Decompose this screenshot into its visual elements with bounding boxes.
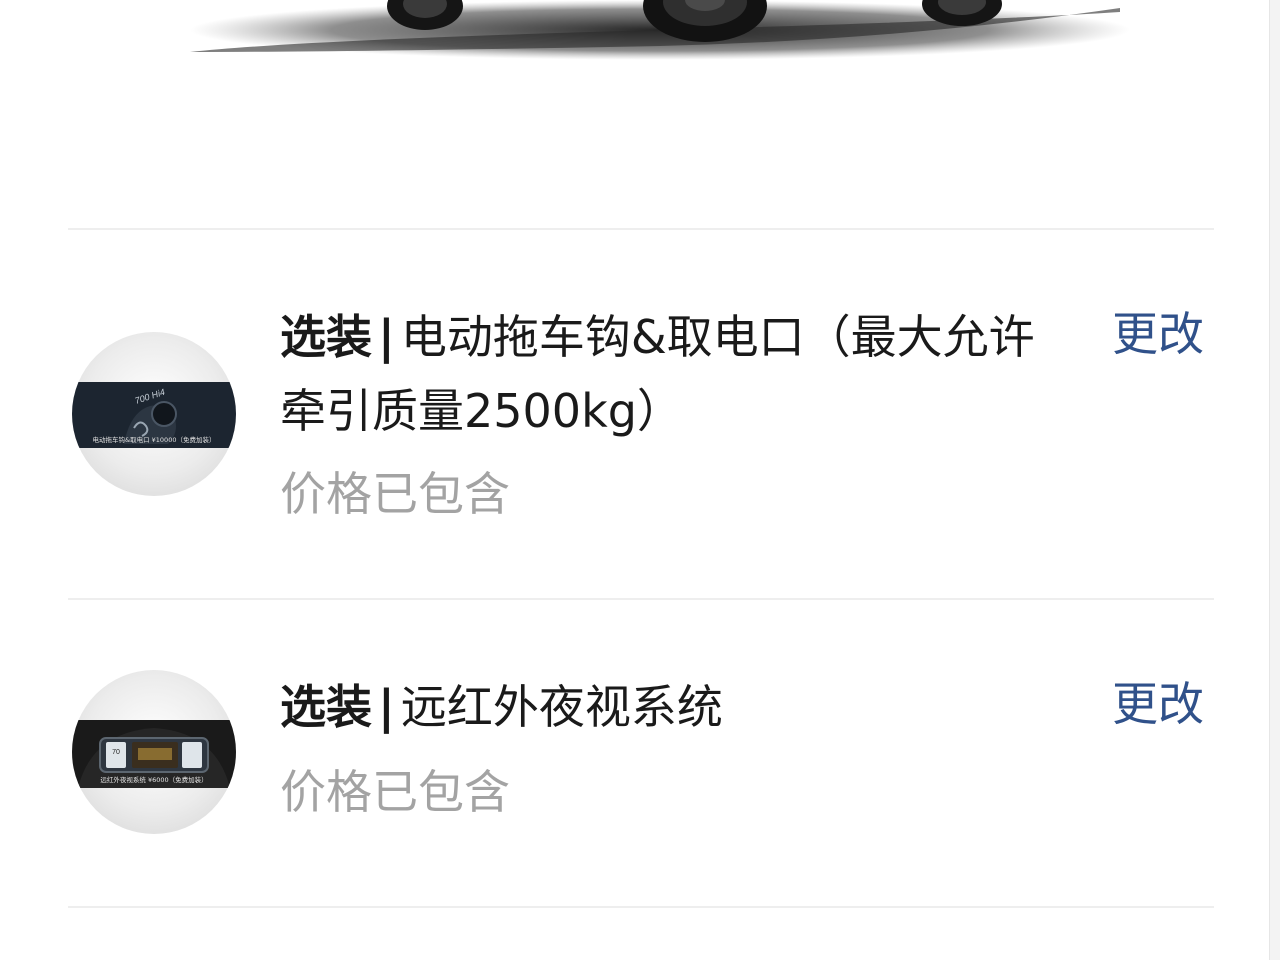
divider [68, 598, 1214, 600]
car-photo [0, 0, 1260, 90]
divider [68, 906, 1214, 908]
scrollbar-track[interactable] [1269, 0, 1280, 960]
thumb-readout: 70 [112, 749, 120, 756]
option-separator: | [378, 310, 395, 364]
config-page: 700 Hi4 电动拖车钩&取电口 ¥10000（免费加装） 选装 | 电动拖车钩&… [0, 0, 1280, 960]
option-prefix: 选装 [280, 680, 372, 734]
option-prefix: 选装 [280, 310, 372, 364]
thumb-caption: 电动拖车钩&取电口 ¥10000（免费加装） [93, 435, 216, 444]
change-button[interactable]: 更改 [1112, 306, 1204, 362]
tow-hook-thumbnail: 700 Hi4 电动拖车钩&取电口 ¥10000（免费加装） [72, 332, 236, 496]
option-name: 远红外夜视系统 [400, 680, 723, 734]
night-vision-thumbnail: 70 远红外夜视系统 ¥6000（免费加装） [72, 670, 236, 834]
option-title: 选装 | 电动拖车钩&取电口（最大允许牵引质量2500kg） [280, 300, 1050, 448]
divider [68, 228, 1214, 230]
option-separator: | [378, 680, 395, 734]
change-button[interactable]: 更改 [1112, 676, 1204, 732]
option-price-status: 价格已包含 [280, 467, 510, 521]
thumb-caption: 远红外夜视系统 ¥6000（免费加装） [100, 775, 207, 784]
option-title: 选装 | 远红外夜视系统 [280, 670, 1050, 744]
option-price-status: 价格已包含 [280, 765, 510, 819]
